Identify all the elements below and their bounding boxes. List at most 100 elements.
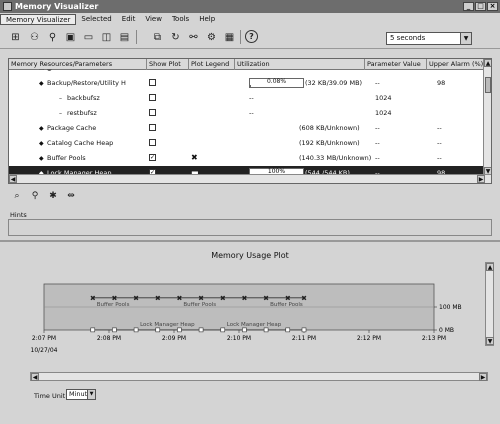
window-icon[interactable]: ▭ [81,30,96,44]
binoculars-icon[interactable]: ⌕ [10,190,24,202]
series-label: Lock Manager Heap [227,322,282,328]
y-tick-label: 100 MB [439,304,462,311]
help-icon[interactable]: ? [245,30,258,43]
x-tick-label: 2:12 PM [357,335,381,342]
parameter-value: 1024 [375,109,392,117]
pin-icon[interactable]: ⚲ [28,190,42,202]
upper-alarm: -- [437,154,442,162]
refresh-interval-select[interactable]: 5 seconds ▼ [386,32,472,45]
filter-icon[interactable]: ⚲ [45,30,60,44]
tree-node-icon: ◆ [39,155,44,162]
table-row[interactable]: ◆ Backup/Restore/Utility H 0.08% (32 KB/39.… [9,76,485,90]
scroll-right-arrow[interactable]: ▶ [477,175,485,183]
show-plot-checkbox[interactable] [149,109,156,116]
parameter-value: -- [375,139,380,147]
monitor-icon[interactable]: ▤ [117,30,132,44]
data-point-square [133,327,139,333]
pane-divider[interactable] [0,240,500,242]
view-icon[interactable]: ⧉ [150,30,165,44]
table-row[interactable]: ◆ Catalog Cache Heap (192 KB/Unknown) -- -- [9,136,485,150]
resource-name: – restbufsz [59,106,147,120]
upper-alarm: -- [437,139,442,147]
tree-icon[interactable]: ⊞ [8,30,23,44]
resource-label: Catalog Cache Heap [47,139,114,147]
scroll-right-arrow[interactable]: ▶ [479,373,487,381]
resource-label: backbufsz [67,94,100,102]
show-plot-checkbox[interactable] [149,124,156,131]
menu-help[interactable]: Help [194,14,220,25]
menu-edit[interactable]: Edit [117,14,141,25]
table-horizontal-scrollbar[interactable]: ◀ ▶ [9,174,491,183]
scroll-left-arrow[interactable]: ◀ [31,373,39,381]
table-row[interactable]: – backbufsz -- 1024 [9,91,485,105]
x-tick-label: 2:09 PM [162,335,186,342]
parameter-value: -- [375,124,380,132]
app-icon [3,2,12,11]
window-title: Memory Visualizer [15,2,99,11]
data-point-square [90,327,96,333]
data-point-x: ✖ [176,294,182,302]
scroll-down-arrow[interactable]: ▼ [486,337,494,345]
utilization-text: (192 KB/Unknown) [299,139,360,147]
menu-bar: Memory Visualizer Selected Edit View Too… [0,13,500,25]
close-button[interactable]: × [487,2,498,11]
chevron-down-icon[interactable]: ▼ [460,33,471,44]
log-icon[interactable]: ▦ [222,30,237,44]
network-icon[interactable]: ⚇ [27,30,42,44]
show-plot-checkbox[interactable] [149,79,156,86]
tree-node-icon: ◆ [39,80,44,87]
show-plot-checkbox[interactable] [149,94,156,101]
x-tick-label: 2:08 PM [97,335,121,342]
show-plot-checkbox[interactable]: ✓ [149,154,156,161]
minimize-button[interactable]: _ [463,2,474,11]
plot-legend-marker [191,76,235,90]
data-point-square [177,327,182,333]
collapse-icon[interactable]: ⇹ [64,190,78,202]
scroll-thumb[interactable] [485,77,491,93]
graph-icon[interactable]: ⚯ [186,30,201,44]
toolbar-separator [136,30,137,44]
settings-icon[interactable]: ⚙ [204,30,219,44]
resource-name: ◆ Buffer Pools [39,151,147,165]
table-row[interactable]: – restbufsz -- 1024 [9,106,485,120]
show-plot-checkbox[interactable] [149,139,156,146]
database-icon[interactable]: ▣ [63,30,78,44]
plot-vertical-scrollbar[interactable]: ▲ ▼ [485,262,494,346]
menu-view[interactable]: View [140,14,167,25]
table-row[interactable]: ◆ Package Cache (608 KB/Unknown) -- -- [9,121,485,135]
scroll-up-arrow[interactable]: ▲ [484,59,491,67]
data-point-square [198,327,204,333]
parameter-value: -- [375,154,380,162]
expand-icon[interactable]: ✱ [46,190,60,202]
plot-horizontal-scrollbar[interactable]: ◀ ▶ [30,372,488,381]
x-tick-label: 2:11 PM [292,335,316,342]
parameter-value: 1024 [375,94,392,102]
data-point-x: ✖ [155,294,161,302]
menu-memory-visualizer[interactable]: Memory Visualizer [0,13,77,25]
hints-box [8,219,492,236]
tree-node-icon: ⊟ ● [39,69,52,75]
table-row-partial[interactable]: ⊟ ● [9,69,485,75]
resource-name: ◆ Backup/Restore/Utility H [39,76,147,90]
menu-tools[interactable]: Tools [167,14,194,25]
plot-title: Memory Usage Plot [211,251,289,260]
chevron-down-icon[interactable]: ▼ [87,390,95,399]
plot-legend-marker [191,121,235,135]
menu-selected[interactable]: Selected [76,14,116,25]
utilization-fill [250,85,251,87]
memory-resources-table: Memory Resources/Parameters Show Plot Pl… [8,58,492,184]
maximize-button[interactable]: □ [475,2,486,11]
disk-icon[interactable]: ◫ [99,30,114,44]
scroll-up-arrow[interactable]: ▲ [486,263,494,271]
refresh-icon[interactable]: ↻ [168,30,183,44]
table-row[interactable]: ◆ Buffer Pools ✓ ✖ (140.33 MB/Unknown) -- -- [9,151,485,165]
scroll-left-arrow[interactable]: ◀ [9,175,17,183]
time-unit-select[interactable]: Minute ▼ [66,389,96,400]
utilization-text: -- [249,94,254,102]
utilization-text: (608 KB/Unknown) [299,124,360,132]
parameter-value: -- [375,79,380,87]
series-label: Buffer Pools [183,302,216,308]
x-tick-label: 2:13 PM [422,335,446,342]
table-vertical-scrollbar[interactable]: ▲ ▼ [483,59,491,175]
data-point-square [112,327,117,333]
